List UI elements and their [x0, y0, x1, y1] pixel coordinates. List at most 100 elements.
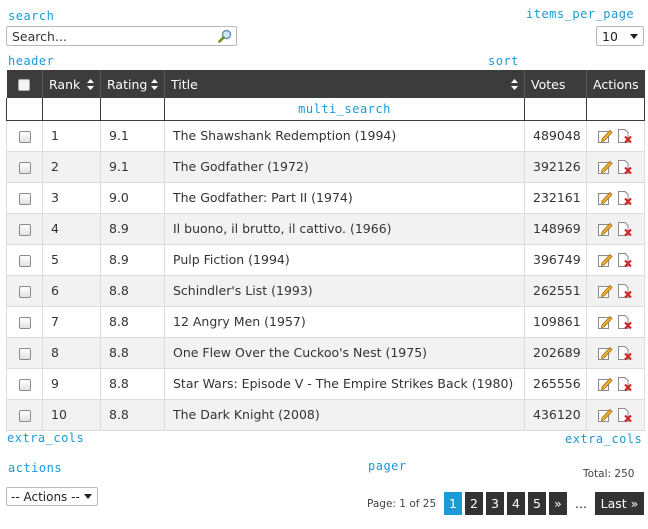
cell-rating: 8.8: [100, 398, 165, 431]
annotation-actions: actions: [8, 461, 63, 475]
edit-icon[interactable]: [597, 128, 613, 144]
page-button-4[interactable]: 4: [507, 492, 525, 515]
edit-icon[interactable]: [597, 190, 613, 206]
sort-icon[interactable]: [87, 79, 94, 90]
cell-title: The Shawshank Redemption (1994): [164, 119, 525, 152]
cell-rank: 8: [42, 336, 101, 369]
row-select-cell: [6, 181, 43, 214]
table-row[interactable]: 7 8.8 12 Angry Men (1957) 109861: [6, 305, 645, 338]
page-button-2[interactable]: 2: [465, 492, 483, 515]
cell-rank: 5: [42, 243, 101, 276]
cell-votes: 232161: [524, 181, 587, 214]
row-checkbox[interactable]: [18, 254, 31, 267]
cell-actions: [586, 336, 645, 369]
cell-title: Schindler's List (1993): [164, 274, 525, 307]
cell-actions: [586, 305, 645, 338]
row-select-cell: [6, 274, 43, 307]
row-checkbox[interactable]: [18, 223, 31, 236]
delete-icon[interactable]: [616, 252, 632, 268]
table-row[interactable]: 1 9.1 The Shawshank Redemption (1994) 48904…: [6, 119, 645, 152]
column-header-title[interactable]: Title: [164, 70, 525, 98]
multi-search-rating[interactable]: [100, 98, 165, 121]
column-header-rank[interactable]: Rank: [42, 70, 101, 98]
multi-search-votes[interactable]: [524, 98, 587, 121]
cell-rating: 8.8: [100, 367, 165, 400]
search-input[interactable]: [7, 27, 207, 45]
page-button-3[interactable]: 3: [486, 492, 504, 515]
next-page-button[interactable]: »: [549, 492, 567, 515]
cell-rating: 8.9: [100, 243, 165, 276]
row-checkbox[interactable]: [18, 378, 31, 391]
table-row[interactable]: 8 8.8 One Flew Over the Cuckoo's Nest (197…: [6, 336, 645, 369]
row-checkbox[interactable]: [18, 409, 31, 422]
annotation-extra-cols-right: extra_cols: [565, 432, 643, 446]
edit-icon[interactable]: [597, 407, 613, 423]
cell-title: The Dark Knight (2008): [164, 398, 525, 431]
delete-icon[interactable]: [616, 190, 632, 206]
select-all-checkbox[interactable]: [18, 79, 31, 91]
column-header-rating[interactable]: Rating: [100, 70, 165, 98]
edit-icon[interactable]: [597, 159, 613, 175]
edit-icon[interactable]: [597, 376, 613, 392]
delete-icon[interactable]: [616, 376, 632, 392]
items-per-page-value: 10: [602, 29, 618, 44]
cell-rank: 10: [42, 398, 101, 431]
cell-rating: 9.1: [100, 150, 165, 183]
page-button-5[interactable]: 5: [528, 492, 546, 515]
row-checkbox[interactable]: [18, 161, 31, 174]
row-checkbox[interactable]: [18, 192, 31, 205]
table-row[interactable]: 5 8.9 Pulp Fiction (1994) 396749: [6, 243, 645, 276]
cell-votes: 202689: [524, 336, 587, 369]
annotation-items-per-page: items_per_page: [526, 7, 635, 21]
row-select-cell: [6, 398, 43, 431]
sort-icon[interactable]: [511, 79, 518, 90]
multi-search-title[interactable]: multi_search: [164, 98, 525, 121]
row-checkbox[interactable]: [18, 130, 31, 143]
last-page-button[interactable]: Last »: [595, 492, 644, 515]
cell-votes: 436120: [524, 398, 587, 431]
edit-icon[interactable]: [597, 252, 613, 268]
edit-icon[interactable]: [597, 345, 613, 361]
cell-actions: [586, 150, 645, 183]
edit-icon[interactable]: [597, 314, 613, 330]
table-row[interactable]: 6 8.8 Schindler's List (1993) 262551: [6, 274, 645, 307]
column-header-actions: Actions: [586, 70, 645, 98]
magnifier-icon[interactable]: [218, 29, 232, 43]
cell-rating: 8.9: [100, 212, 165, 245]
table-row[interactable]: 3 9.0 The Godfather: Part II (1974) 232161: [6, 181, 645, 214]
delete-icon[interactable]: [616, 407, 632, 423]
cell-title: Pulp Fiction (1994): [164, 243, 525, 276]
cell-actions: [586, 243, 645, 276]
cell-title: The Godfather: Part II (1974): [164, 181, 525, 214]
cell-votes: 109861: [524, 305, 587, 338]
bulk-actions-select[interactable]: -- Actions --: [6, 487, 98, 506]
column-label-actions: Actions: [593, 76, 639, 92]
cell-votes: 265556: [524, 367, 587, 400]
header-row: Rank Rating Title Votes Actions: [6, 70, 645, 98]
delete-icon[interactable]: [616, 314, 632, 330]
row-checkbox[interactable]: [18, 316, 31, 329]
table-row[interactable]: 10 8.8 The Dark Knight (2008) 436120: [6, 398, 645, 431]
cell-rank: 6: [42, 274, 101, 307]
column-header-votes[interactable]: Votes: [524, 70, 587, 98]
row-checkbox[interactable]: [18, 285, 31, 298]
delete-icon[interactable]: [616, 221, 632, 237]
annotation-pager: pager: [368, 459, 407, 473]
delete-icon[interactable]: [616, 345, 632, 361]
table-row[interactable]: 4 8.9 Il buono, il brutto, il cattivo. (19…: [6, 212, 645, 245]
delete-icon[interactable]: [616, 159, 632, 175]
row-checkbox[interactable]: [18, 347, 31, 360]
row-select-cell: [6, 119, 43, 152]
data-grid: Rank Rating Title Votes Actions multi_se…: [6, 70, 645, 431]
sort-icon[interactable]: [151, 79, 158, 90]
multi-search-rank[interactable]: [42, 98, 101, 121]
delete-icon[interactable]: [616, 283, 632, 299]
column-label-title: Title: [171, 76, 198, 92]
page-button-1[interactable]: 1: [444, 492, 462, 515]
table-row[interactable]: 9 8.8 Star Wars: Episode V - The Empire St…: [6, 367, 645, 400]
edit-icon[interactable]: [597, 283, 613, 299]
table-row[interactable]: 2 9.1 The Godfather (1972) 392126: [6, 150, 645, 183]
edit-icon[interactable]: [597, 221, 613, 237]
delete-icon[interactable]: [616, 128, 632, 144]
items-per-page-select[interactable]: 10: [596, 26, 644, 46]
